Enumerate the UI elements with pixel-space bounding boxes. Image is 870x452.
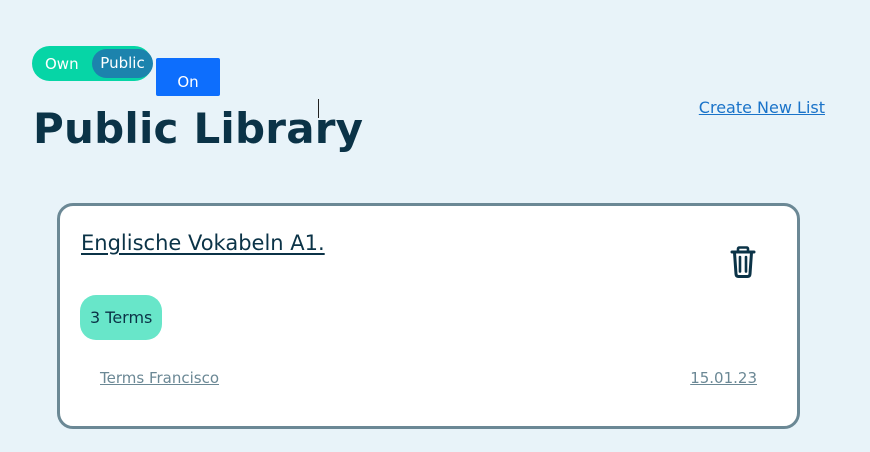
trash-icon[interactable]	[728, 245, 758, 279]
list-title-link[interactable]: Englische Vokabeln A1.	[81, 231, 325, 255]
toggle-option-own[interactable]: Own	[45, 55, 79, 73]
on-button[interactable]: On	[156, 58, 220, 96]
date-link[interactable]: 15.01.23	[690, 369, 757, 387]
author-link[interactable]: Terms Francisco	[100, 369, 219, 387]
toggle-option-public[interactable]: Public	[92, 49, 153, 78]
visibility-toggle[interactable]: Own Public	[32, 46, 153, 81]
terms-count-badge: 3 Terms	[80, 295, 163, 340]
list-card: Englische Vokabeln A1. 3 Terms Terms Fra…	[57, 203, 800, 429]
page-title: Public Library	[33, 104, 364, 153]
create-new-list-link[interactable]: Create New List	[699, 98, 825, 117]
